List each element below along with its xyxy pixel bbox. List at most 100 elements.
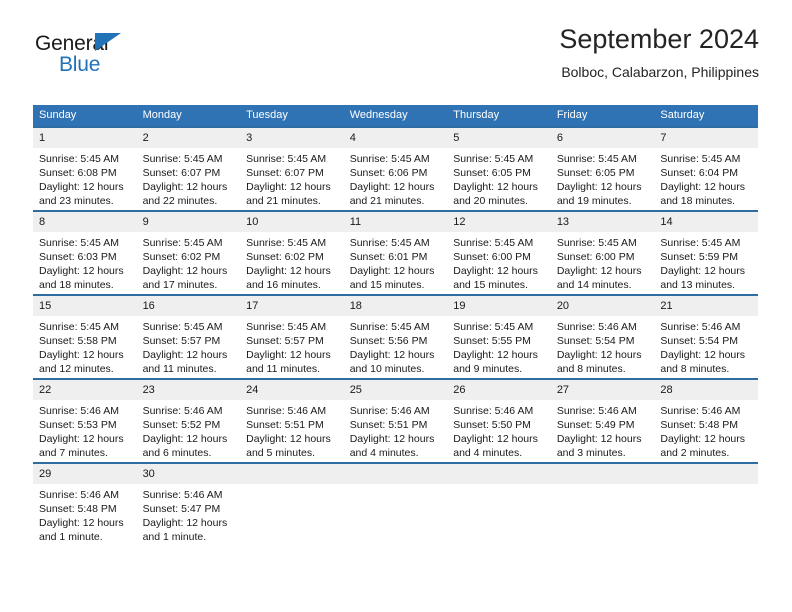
calendar-day-cell[interactable]: 18 Sunrise: 5:45 AM Sunset: 5:56 PM Dayligh… (343, 294, 448, 379)
day-number: 6 (550, 128, 655, 148)
calendar-day-cell[interactable]: 5 Sunrise: 5:45 AM Sunset: 6:05 PM Daylight… (447, 126, 551, 211)
daylight-text-line1: Daylight: 12 hours (349, 349, 435, 361)
day-number: 24 (240, 380, 344, 400)
day-number: 27 (550, 380, 655, 400)
daylight-text-line1: Daylight: 12 hours (660, 349, 746, 361)
daylight-text-line1: Daylight: 12 hours (142, 265, 228, 277)
page-title: September 2024 (559, 24, 759, 54)
title-block: September 2024 Bolboc, Calabarzon, Phili… (559, 22, 759, 82)
calendar-day-cell[interactable]: 24 Sunrise: 5:46 AM Sunset: 5:51 PM Dayligh… (240, 378, 344, 463)
day-details: Sunrise: 5:45 AM Sunset: 6:03 PM Daylight:… (33, 232, 137, 294)
calendar-day-cell[interactable]: 19 Sunrise: 5:45 AM Sunset: 5:55 PM Dayligh… (447, 294, 551, 379)
calendar-day-cell[interactable]: 7 Sunrise: 5:45 AM Sunset: 6:04 PM Daylight… (654, 126, 758, 211)
calendar-day-cell[interactable]: 2 Sunrise: 5:45 AM Sunset: 6:07 PM Daylight… (136, 126, 241, 211)
calendar-day-cell[interactable]: 12 Sunrise: 5:45 AM Sunset: 6:00 PM Dayligh… (447, 210, 551, 295)
calendar-day-cell[interactable]: 21 Sunrise: 5:46 AM Sunset: 5:54 PM Dayligh… (654, 294, 758, 379)
calendar-day-cell[interactable]: 14 Sunrise: 5:45 AM Sunset: 5:59 PM Dayligh… (654, 210, 758, 295)
day-details: Sunrise: 5:45 AM Sunset: 5:59 PM Daylight:… (654, 232, 758, 294)
daylight-text-line1: Daylight: 12 hours (556, 433, 642, 445)
day-number: 30 (136, 464, 241, 484)
calendar-week-row: 29 Sunrise: 5:46 AM Sunset: 5:48 PM Dayligh… (33, 462, 758, 546)
sunset-text: Sunset: 6:00 PM (556, 251, 635, 263)
calendar-day-cell[interactable]: 28 Sunrise: 5:46 AM Sunset: 5:48 PM Dayligh… (654, 378, 758, 463)
day-number: 19 (447, 296, 551, 316)
daylight-text-line2: and 18 minutes. (39, 279, 114, 291)
day-details: Sunrise: 5:46 AM Sunset: 5:51 PM Daylight:… (240, 400, 344, 462)
calendar-day-cell[interactable]: 15 Sunrise: 5:45 AM Sunset: 5:58 PM Dayligh… (33, 294, 137, 379)
day-details: Sunrise: 5:45 AM Sunset: 6:00 PM Daylight:… (550, 232, 655, 294)
weekday-header-wednesday: Wednesday (343, 105, 448, 127)
day-details (550, 484, 655, 546)
weekday-header-saturday: Saturday (654, 105, 758, 127)
day-details (343, 484, 448, 546)
calendar-day-cell[interactable]: 22 Sunrise: 5:46 AM Sunset: 5:53 PM Dayligh… (33, 378, 137, 463)
daylight-text-line2: and 15 minutes. (453, 279, 528, 291)
sunset-text: Sunset: 5:55 PM (453, 335, 531, 347)
sunset-text: Sunset: 5:53 PM (39, 419, 117, 431)
daylight-text-line1: Daylight: 12 hours (453, 433, 538, 445)
daylight-text-line2: and 22 minutes. (142, 195, 218, 207)
sunset-text: Sunset: 6:08 PM (39, 167, 117, 179)
calendar-day-cell[interactable]: 27 Sunrise: 5:46 AM Sunset: 5:49 PM Dayligh… (550, 378, 655, 463)
sunset-text: Sunset: 6:00 PM (453, 251, 531, 263)
sunrise-text: Sunrise: 5:46 AM (349, 405, 430, 417)
calendar-day-cell[interactable]: 6 Sunrise: 5:45 AM Sunset: 6:05 PM Daylight… (550, 126, 655, 211)
calendar-day-cell[interactable]: 9 Sunrise: 5:45 AM Sunset: 6:02 PM Daylight… (136, 210, 241, 295)
calendar-day-cell[interactable]: 4 Sunrise: 5:45 AM Sunset: 6:06 PM Daylight… (343, 126, 448, 211)
sunrise-text: Sunrise: 5:46 AM (556, 405, 637, 417)
day-number: 1 (33, 128, 137, 148)
sunrise-text: Sunrise: 5:45 AM (349, 153, 430, 165)
daylight-text-line2: and 8 minutes. (556, 363, 626, 375)
sunset-text: Sunset: 5:48 PM (39, 503, 117, 515)
day-details: Sunrise: 5:45 AM Sunset: 5:57 PM Daylight:… (240, 316, 344, 378)
calendar-day-cell-empty (654, 462, 758, 546)
day-details (240, 484, 344, 546)
calendar-day-cell[interactable]: 23 Sunrise: 5:46 AM Sunset: 5:52 PM Dayligh… (136, 378, 241, 463)
calendar-day-cell[interactable]: 30 Sunrise: 5:46 AM Sunset: 5:47 PM Dayligh… (136, 462, 241, 546)
sunset-text: Sunset: 5:50 PM (453, 419, 531, 431)
sunrise-text: Sunrise: 5:45 AM (142, 237, 223, 249)
calendar-day-cell[interactable]: 13 Sunrise: 5:45 AM Sunset: 6:00 PM Dayligh… (550, 210, 655, 295)
calendar-day-cell[interactable]: 3 Sunrise: 5:45 AM Sunset: 6:07 PM Daylight… (240, 126, 344, 211)
day-number: 28 (654, 380, 758, 400)
day-number: 11 (343, 212, 448, 232)
daylight-text-line2: and 5 minutes. (246, 447, 316, 459)
day-details: Sunrise: 5:45 AM Sunset: 6:06 PM Daylight:… (343, 148, 448, 210)
calendar-day-cell[interactable]: 8 Sunrise: 5:45 AM Sunset: 6:03 PM Daylight… (33, 210, 137, 295)
sunrise-text: Sunrise: 5:46 AM (39, 405, 119, 417)
daylight-text-line2: and 12 minutes. (39, 363, 114, 375)
day-number: 12 (447, 212, 551, 232)
calendar-day-cell[interactable]: 10 Sunrise: 5:45 AM Sunset: 6:02 PM Dayligh… (240, 210, 344, 295)
daylight-text-line1: Daylight: 12 hours (349, 181, 435, 193)
sunset-text: Sunset: 5:58 PM (39, 335, 117, 347)
sunset-text: Sunset: 5:59 PM (660, 251, 739, 263)
daylight-text-line1: Daylight: 12 hours (246, 181, 331, 193)
calendar-day-cell[interactable]: 20 Sunrise: 5:46 AM Sunset: 5:54 PM Dayligh… (550, 294, 655, 379)
daylight-text-line1: Daylight: 12 hours (453, 181, 538, 193)
daylight-text-line2: and 20 minutes. (453, 195, 528, 207)
sunrise-text: Sunrise: 5:46 AM (660, 321, 741, 333)
calendar-day-cell[interactable]: 1 Sunrise: 5:45 AM Sunset: 6:08 PM Daylight… (33, 126, 137, 211)
sunrise-text: Sunrise: 5:45 AM (453, 321, 534, 333)
daylight-text-line1: Daylight: 12 hours (660, 265, 746, 277)
weekday-header-thursday: Thursday (447, 105, 551, 127)
daylight-text-line1: Daylight: 12 hours (349, 433, 435, 445)
day-number: 7 (654, 128, 758, 148)
daylight-text-line1: Daylight: 12 hours (39, 181, 124, 193)
daylight-text-line1: Daylight: 12 hours (39, 433, 124, 445)
calendar-day-cell[interactable]: 25 Sunrise: 5:46 AM Sunset: 5:51 PM Dayligh… (343, 378, 448, 463)
calendar-day-cell-empty (550, 462, 655, 546)
calendar-day-cell[interactable]: 17 Sunrise: 5:45 AM Sunset: 5:57 PM Dayligh… (240, 294, 344, 379)
day-details: Sunrise: 5:45 AM Sunset: 6:07 PM Daylight:… (240, 148, 344, 210)
sunrise-text: Sunrise: 5:46 AM (246, 405, 327, 417)
sunrise-text: Sunrise: 5:46 AM (39, 489, 119, 501)
sunset-text: Sunset: 5:49 PM (556, 419, 635, 431)
calendar-day-cell[interactable]: 11 Sunrise: 5:45 AM Sunset: 6:01 PM Dayligh… (343, 210, 448, 295)
calendar-day-cell[interactable]: 26 Sunrise: 5:46 AM Sunset: 5:50 PM Dayligh… (447, 378, 551, 463)
calendar-week-row: 15 Sunrise: 5:45 AM Sunset: 5:58 PM Dayligh… (33, 294, 758, 379)
weekday-header-friday: Friday (550, 105, 655, 127)
calendar-day-cell[interactable]: 29 Sunrise: 5:46 AM Sunset: 5:48 PM Dayligh… (33, 462, 137, 546)
sunset-text: Sunset: 5:57 PM (142, 335, 221, 347)
daylight-text-line2: and 15 minutes. (349, 279, 425, 291)
calendar-day-cell[interactable]: 16 Sunrise: 5:45 AM Sunset: 5:57 PM Dayligh… (136, 294, 241, 379)
